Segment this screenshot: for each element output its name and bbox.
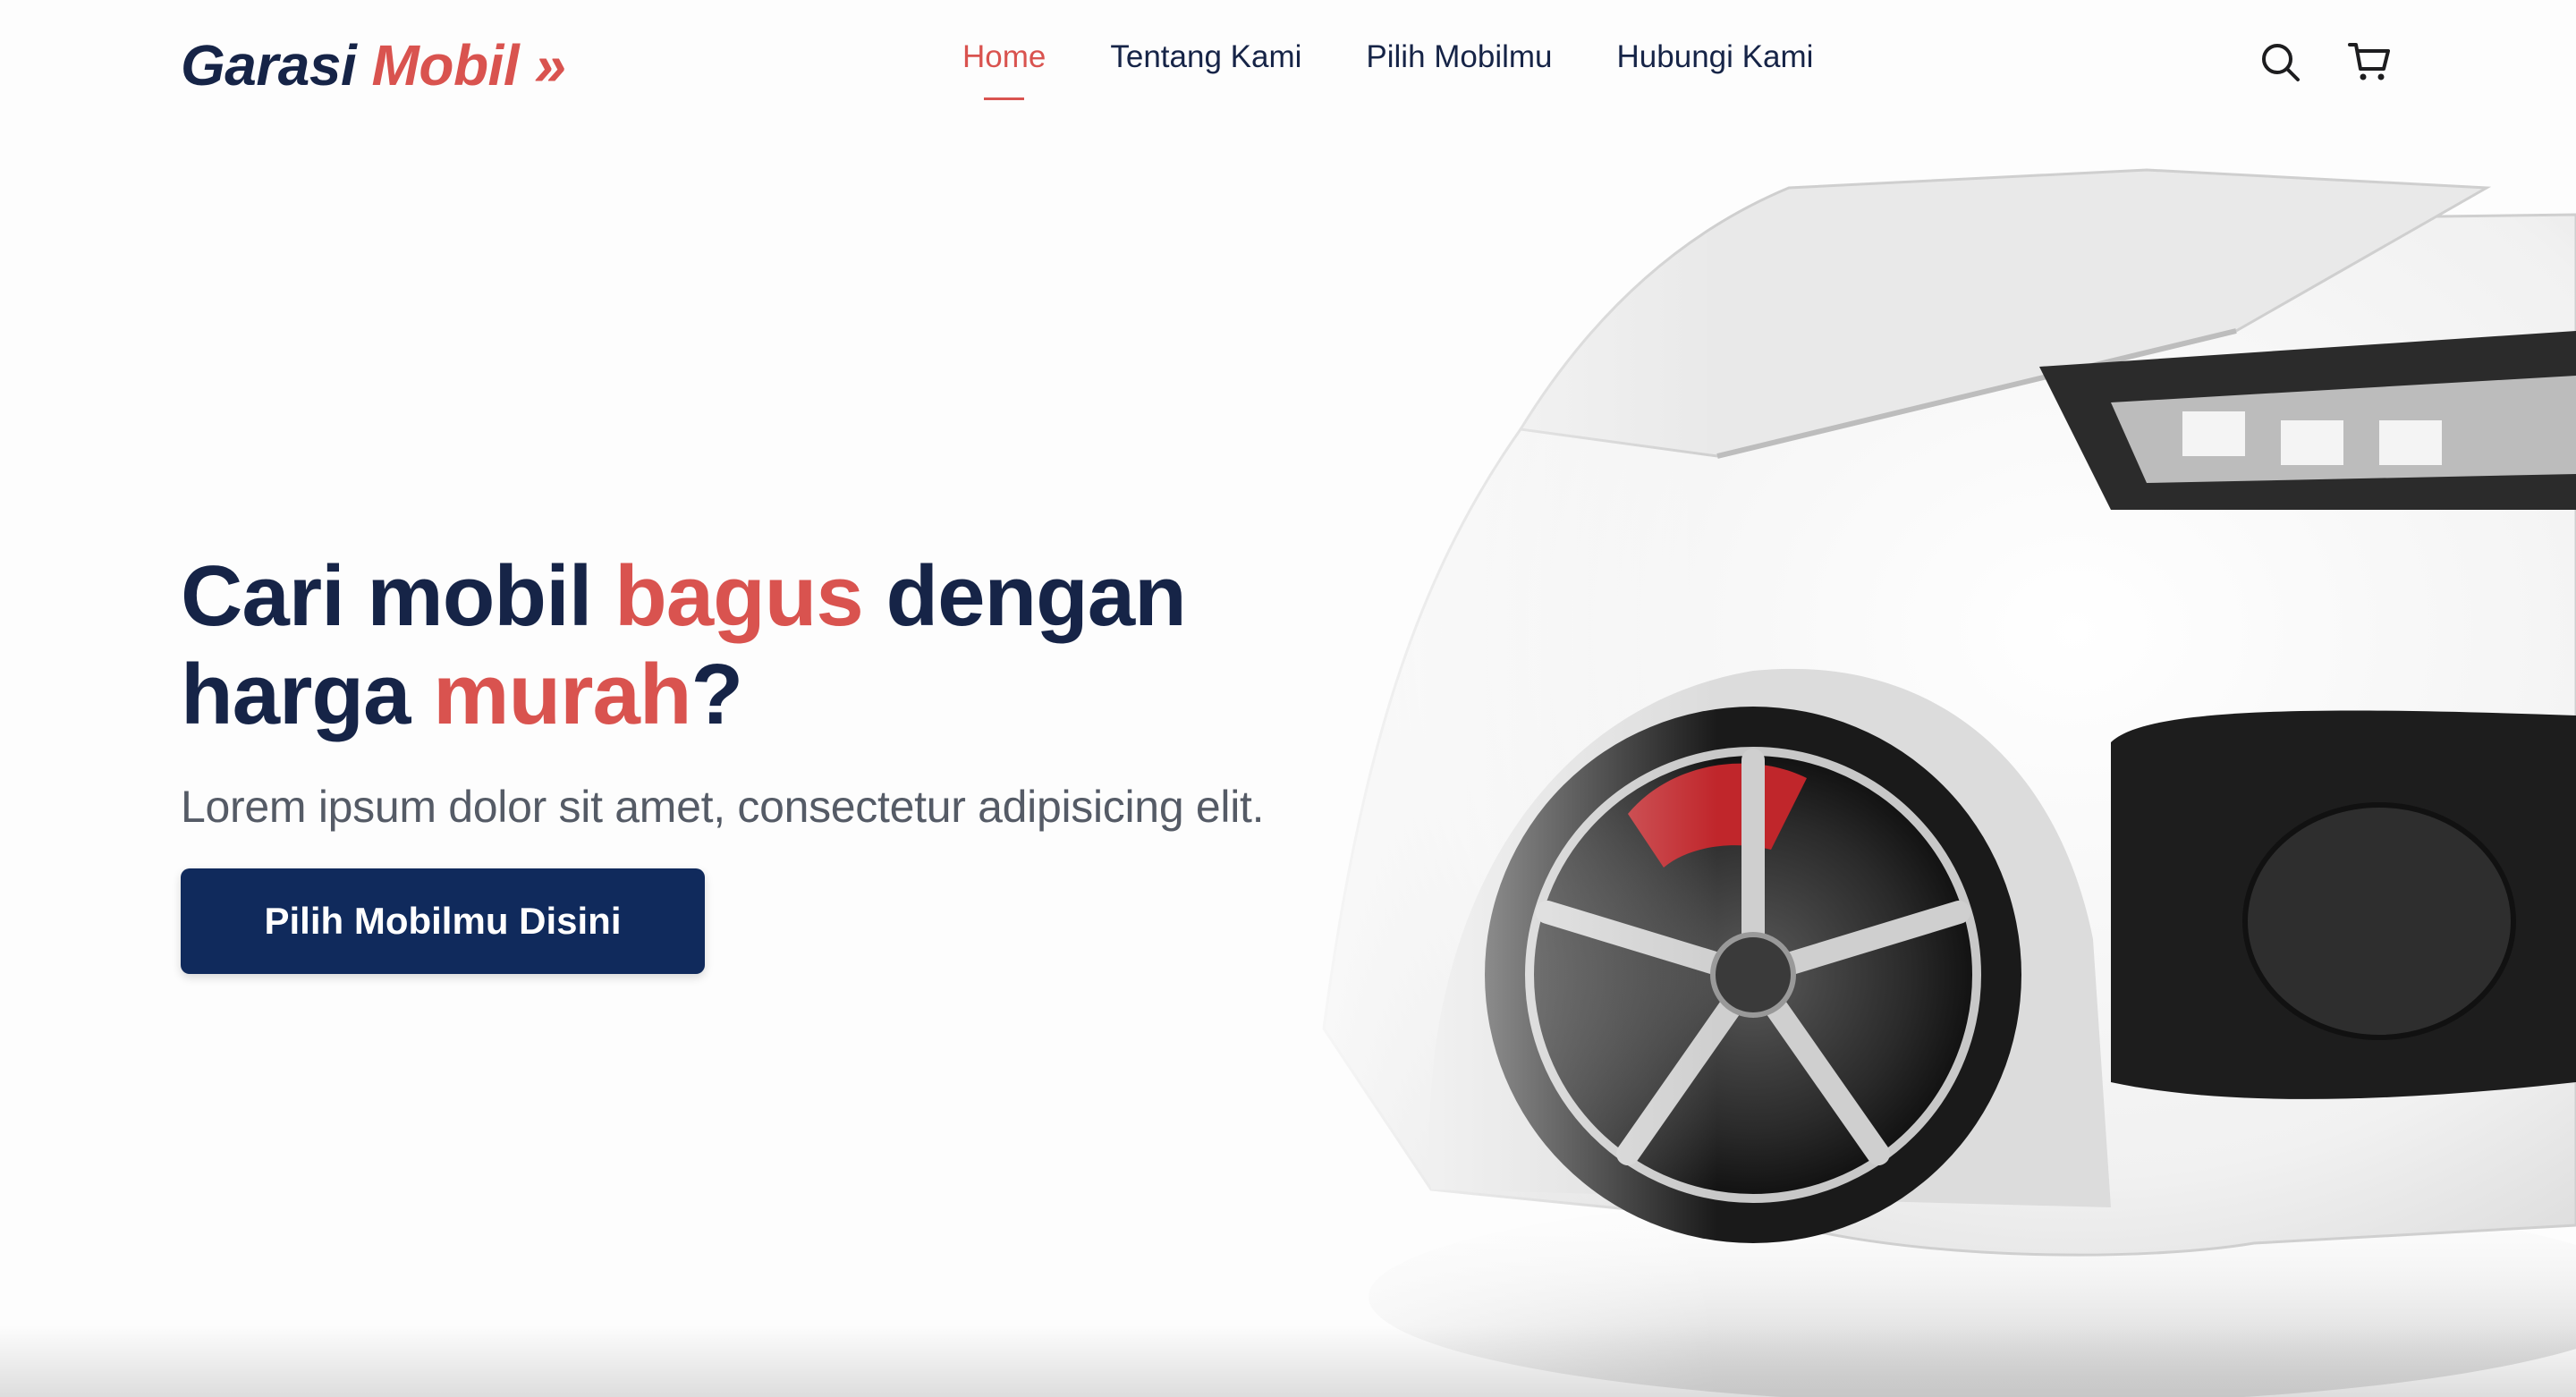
landing-page: Garasi Mobil » Home Tentang Kami Pilih M…: [0, 0, 2576, 1397]
navbar: Garasi Mobil » Home Tentang Kami Pilih M…: [0, 0, 2576, 134]
car-illustration: [1252, 134, 2576, 1397]
brand-logo[interactable]: Garasi Mobil »: [181, 32, 566, 98]
nav-home[interactable]: Home: [962, 39, 1046, 100]
main-nav: Home Tentang Kami Pilih Mobilmu Hubungi …: [962, 39, 1814, 100]
hero-title-text: harga: [181, 647, 434, 743]
nav-tentang-kami[interactable]: Tentang Kami: [1110, 39, 1301, 75]
brand-name: Garasi: [181, 33, 357, 97]
nav-pilih-mobilmu[interactable]: Pilih Mobilmu: [1366, 39, 1552, 75]
search-icon[interactable]: [2258, 39, 2302, 84]
hero-subtitle: Lorem ipsum dolor sit amet, consectetur …: [181, 781, 1265, 832]
nav-icons: [2258, 39, 2392, 84]
hero-title-highlight: bagus: [614, 548, 864, 644]
hero-title-highlight: murah: [433, 647, 691, 743]
brand-name-accent: Mobil »: [371, 33, 566, 97]
bottom-shade: [0, 1325, 2576, 1397]
hero-title: Cari mobil bagus dengan harga murah?: [181, 547, 1433, 745]
hero-title-text: dengan: [862, 548, 1186, 644]
hero-title-text: Cari mobil: [181, 548, 615, 644]
cart-icon[interactable]: [2347, 39, 2392, 84]
hero-section: Cari mobil bagus dengan harga murah? Lor…: [181, 547, 1433, 974]
nav-hubungi-kami[interactable]: Hubungi Kami: [1617, 39, 1814, 75]
hero-car-image: [1252, 134, 2576, 1397]
hero-title-text: ?: [691, 647, 743, 743]
pilih-mobilmu-button[interactable]: Pilih Mobilmu Disini: [181, 868, 705, 974]
